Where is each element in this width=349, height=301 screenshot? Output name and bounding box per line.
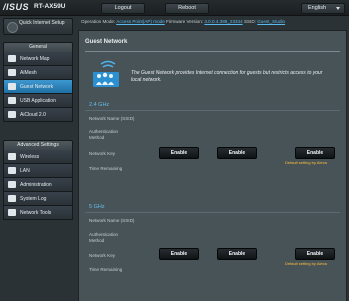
usb-icon: [8, 97, 16, 104]
sidebar-item-guest-network[interactable]: Guest Network: [3, 80, 73, 94]
quick-internet-setup-button[interactable]: Quick Internet Setup: [3, 18, 73, 35]
guest-network-illustration-icon: [93, 60, 119, 87]
sidebar-item-aimesh[interactable]: AiMesh: [3, 66, 73, 80]
language-value: English: [308, 5, 327, 11]
sidebar-item-aicloud[interactable]: AiCloud 2.0: [3, 108, 73, 122]
sidebar-item-label: Guest Network: [20, 84, 54, 90]
model-name: RT-AX59U: [34, 3, 66, 10]
ssid-link[interactable]: Guest_Studio: [257, 19, 285, 24]
row-label-ssid: Network Name (SSID): [89, 116, 135, 121]
row-label-auth: Authentication Method: [89, 129, 119, 140]
sidebar-item-label: AiMesh: [20, 70, 37, 76]
operation-mode-label: Operation Mode:: [81, 19, 116, 24]
title-divider: [85, 51, 340, 52]
guest-network-description: The Guest Network provides Internet conn…: [131, 70, 323, 83]
asus-logo: /ISUS: [3, 2, 30, 12]
sidebar-item-label: LAN: [20, 168, 30, 174]
sidebar-item-label: System Log: [20, 196, 47, 202]
sidebar-item-label: AiCloud 2.0: [20, 112, 46, 118]
qis-label: Quick Internet Setup: [19, 20, 65, 26]
wireless-icon: [8, 153, 16, 160]
enable-button-2g-3[interactable]: Enable: [295, 147, 335, 159]
sidebar-item-system-log[interactable]: System Log: [3, 192, 73, 206]
row-label-key: Network Key: [89, 151, 116, 156]
network-map-icon: [8, 55, 16, 62]
sidebar-item-administration[interactable]: Administration: [3, 178, 73, 192]
qis-icon: [7, 22, 18, 33]
row-label-ssid: Network Name (SSID): [89, 218, 135, 223]
band-title-5g: 5 GHz: [89, 204, 105, 210]
band-divider-2g: [85, 110, 340, 111]
sidebar-item-label: USB Application: [20, 98, 56, 104]
status-row: Operation Mode: Access Point(AP) mode Fi…: [78, 17, 349, 26]
reboot-button[interactable]: Reboot: [165, 3, 209, 14]
system-log-icon: [8, 195, 16, 202]
page-title: Guest Network: [85, 39, 128, 45]
enable-button-2g-2[interactable]: Enable: [217, 147, 257, 159]
language-select[interactable]: English: [301, 3, 345, 14]
sidebar-item-label: Administration: [20, 182, 52, 188]
sidebar-item-label: Network Tools: [20, 210, 52, 216]
sidebar-item-label: Network Map: [20, 56, 50, 62]
sidebar-item-wireless[interactable]: Wireless: [3, 150, 73, 164]
operation-mode-link[interactable]: Access Point(AP) mode: [116, 19, 165, 24]
aimesh-icon: [8, 69, 16, 76]
row-label-time: Time Remaining: [89, 166, 123, 171]
ssid-label: SSID:: [243, 19, 256, 24]
firmware-label: Firmware Version:: [166, 19, 204, 24]
sidebar: Quick Internet Setup General Network Map…: [0, 16, 74, 300]
enable-button-5g-3[interactable]: Enable: [295, 248, 335, 260]
sidebar-item-lan[interactable]: LAN: [3, 164, 73, 178]
band-title-2g: 2.4 GHz: [89, 102, 110, 108]
sidebar-item-network-tools[interactable]: Network Tools: [3, 206, 73, 220]
logout-button[interactable]: Logout: [101, 3, 145, 14]
lan-icon: [8, 167, 16, 174]
row-label-auth: Authentication Method: [89, 232, 119, 243]
row-label-key: Network Key: [89, 253, 116, 258]
enable-button-5g-2[interactable]: Enable: [217, 248, 257, 260]
band-divider-5g: [85, 212, 340, 213]
top-bar: /ISUS RT-AX59U Logout Reboot English: [0, 0, 349, 16]
row-label-time: Time Remaining: [89, 267, 123, 272]
alexa-note-5g: Default setting by Alexa: [285, 261, 327, 266]
alexa-note-2g: Default setting by Alexa: [285, 160, 327, 165]
sidebar-item-usb-application[interactable]: USB Application: [3, 94, 73, 108]
network-tools-icon: [8, 209, 16, 216]
administration-icon: [8, 181, 16, 188]
enable-button-5g-1[interactable]: Enable: [159, 248, 199, 260]
enable-button-2g-1[interactable]: Enable: [159, 147, 199, 159]
sidebar-item-network-map[interactable]: Network Map: [3, 52, 73, 66]
guest-network-panel: Guest Network The Guest Network provides…: [78, 30, 347, 301]
firmware-link[interactable]: 3.0.0.4.388_23344: [204, 19, 242, 24]
sidebar-item-label: Wireless: [20, 154, 40, 160]
aicloud-icon: [8, 111, 16, 118]
guest-network-icon: [8, 83, 16, 90]
chevron-down-icon: [336, 7, 340, 10]
